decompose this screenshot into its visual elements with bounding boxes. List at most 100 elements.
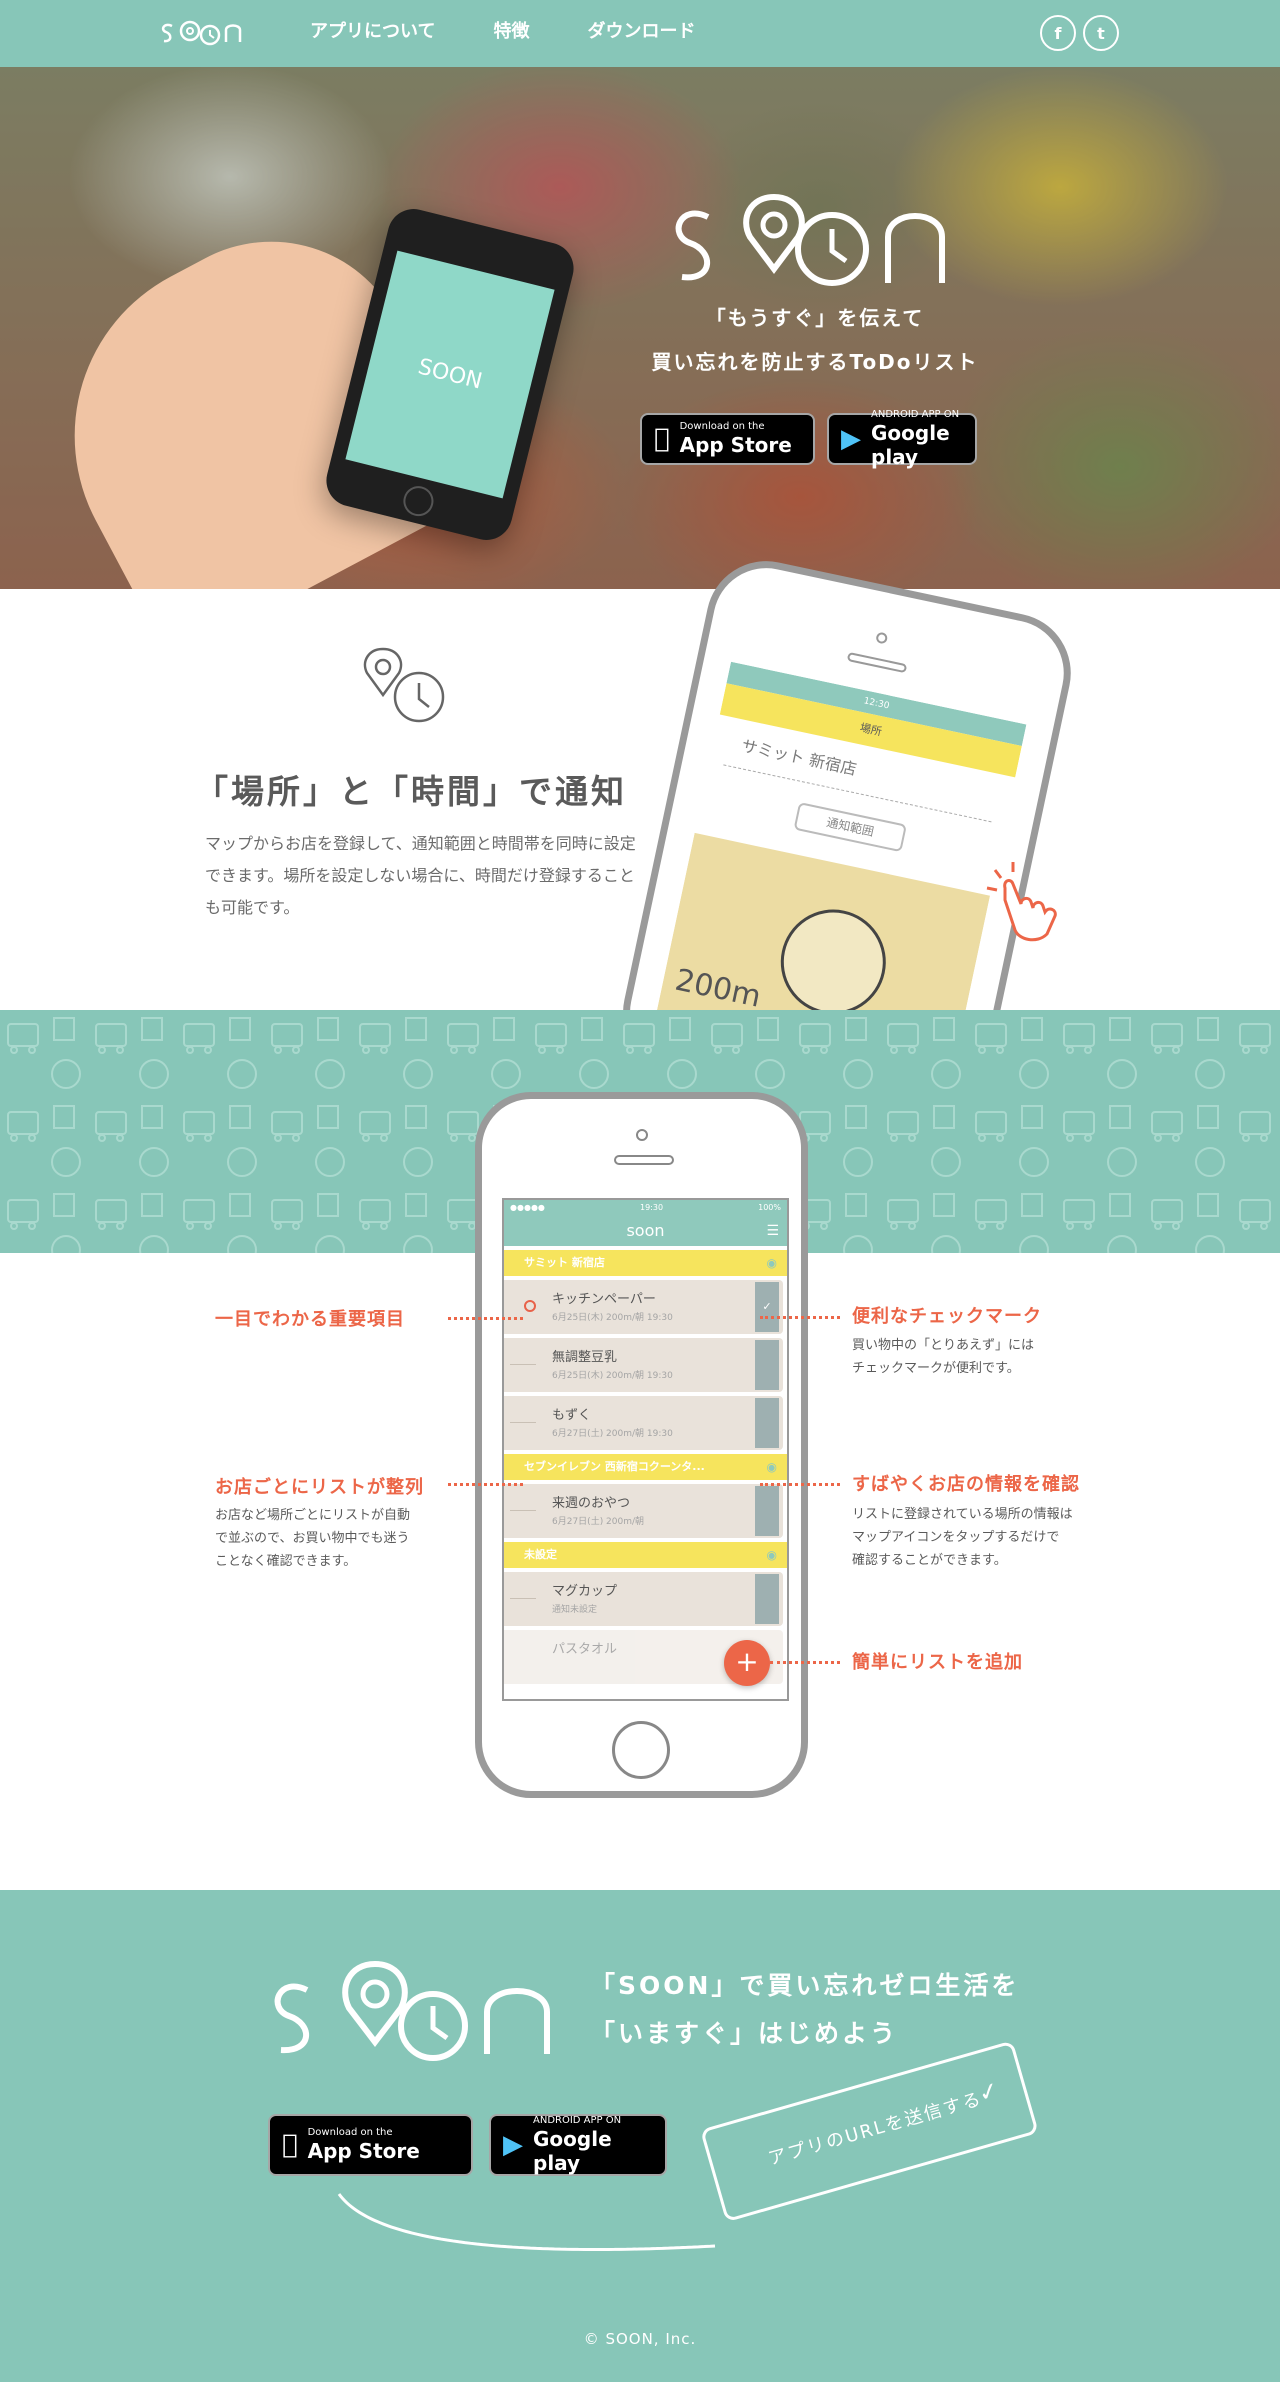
callout-connector xyxy=(448,1483,523,1486)
callout-connector xyxy=(760,1316,840,1319)
main-nav: アプリについて 特徴 ダウンロード xyxy=(310,18,753,46)
cta-message: 「SOON」で買い忘れゼロ生活を 「いますぐ」はじめよう xyxy=(590,1962,1019,2058)
check-tab-icon[interactable] xyxy=(755,1486,779,1536)
feature-title: 「場所」と「時間」で通知 xyxy=(195,772,627,811)
home-button-icon xyxy=(612,1721,670,1779)
google-play-button[interactable]: ▶ ANDROID APP ON Google play xyxy=(489,2114,667,2176)
soon-footer-logo xyxy=(274,1960,550,2061)
feature-description: マップからお店を登録して、通知範囲と時間帯を同時に設定できます。場所を設定しない… xyxy=(205,834,636,917)
tap-finger-icon xyxy=(986,862,1057,942)
important-marker-icon xyxy=(524,1300,536,1312)
hero-section: SOON 「もうすぐ」を伝えて 買い忘れを防止するToDoリスト  Downl… xyxy=(0,67,1280,589)
check-tab-icon[interactable] xyxy=(755,1398,779,1448)
hero-tagline-1: 「もうすぐ」を伝えて xyxy=(705,306,925,330)
appstore-small-label: Download on the xyxy=(292,2127,393,2138)
speaker-icon xyxy=(614,1155,674,1165)
menu-icon[interactable]: ☰ xyxy=(766,1216,779,1246)
item-meta: 通知未設定 xyxy=(552,1605,598,1615)
item-line xyxy=(510,1510,536,1511)
app-logo: soon xyxy=(626,1221,665,1240)
group-header[interactable]: サミット 新宿店 ◉ xyxy=(504,1250,787,1276)
callout-important-title: 一目でわかる重要項目 xyxy=(215,1309,405,1330)
home-button-icon xyxy=(400,482,437,520)
item-name: パスタオル xyxy=(552,1642,618,1657)
notify-range-button[interactable]: 通知範囲 xyxy=(793,802,907,853)
twitter-icon[interactable]: t xyxy=(1083,15,1119,51)
map-pin-icon[interactable]: ◉ xyxy=(767,1454,777,1480)
appstore-big-label: App Store xyxy=(664,433,792,457)
callout-add-title: 簡単にリストを追加 xyxy=(852,1652,1023,1673)
list-phone-screen: ●●●●● 19:30 100% soon ☰ サミット 新宿店 ◉ キッチンペー… xyxy=(502,1198,789,1701)
list-item[interactable]: 無調整豆乳 6月25日(木) 200m/朝 19:30 xyxy=(504,1338,783,1392)
group-header[interactable]: 未設定 ◉ xyxy=(504,1542,787,1568)
googleplay-small-label: ANDROID APP ON xyxy=(871,409,960,420)
cta-section: 「SOON」で買い忘れゼロ生活を 「いますぐ」はじめよう  Download … xyxy=(0,1890,1280,2382)
callout-store-list-desc: お店など場所ごとにリストが自動 で並ぶので、お買い物中でも迷う ことなく確認でき… xyxy=(215,1508,411,1569)
range-circle xyxy=(771,899,896,1025)
item-meta: 6月25日(木) 200m/朝 19:30 xyxy=(552,1371,673,1381)
location-clock-icon xyxy=(363,647,445,723)
status-bar: ●●●●● 19:30 100% xyxy=(504,1200,787,1216)
group-name: 未設定 xyxy=(524,1548,557,1561)
app-store-button[interactable]:  Download on theApp Store xyxy=(268,2114,473,2176)
item-line xyxy=(510,1422,536,1423)
googleplay-big-label: Google play xyxy=(533,2127,612,2175)
check-tab-icon[interactable] xyxy=(755,1574,779,1624)
app-header: soon ☰ xyxy=(504,1216,787,1246)
string-decoration xyxy=(337,2193,716,2251)
facebook-icon[interactable]: f xyxy=(1040,15,1076,51)
apple-icon:  xyxy=(282,2132,298,2158)
item-name: キッチンペーパー xyxy=(552,1292,656,1307)
apple-icon:  xyxy=(654,426,670,452)
item-meta: 6月27日(土) 200m/朝 xyxy=(552,1517,645,1527)
play-triangle-icon: ▶ xyxy=(503,2130,523,2160)
list-item[interactable]: 来週のおやつ 6月27日(土) 200m/朝 xyxy=(504,1484,783,1538)
item-name: マグカップ xyxy=(552,1584,618,1599)
callout-check-desc: 買い物中の「とりあえず」には チェックマークが便利です。 xyxy=(852,1338,1035,1376)
list-item[interactable]: マグカップ 通知未設定 xyxy=(504,1572,783,1626)
camera-icon xyxy=(875,631,889,645)
googleplay-big-label: Google play xyxy=(871,421,950,469)
callout-store-list-title: お店ごとにリストが整列 xyxy=(215,1477,424,1498)
site-header: アプリについて 特徴 ダウンロード f t xyxy=(0,0,1280,67)
callout-store-info-title: すばやくお店の情報を確認 xyxy=(852,1474,1080,1495)
group-name: サミット 新宿店 xyxy=(524,1256,605,1269)
item-meta: 6月27日(土) 200m/朝 19:30 xyxy=(552,1429,673,1439)
group-name: セブンイレブン 西新宿コクーンタ... xyxy=(524,1460,705,1473)
callout-check-title: 便利なチェックマーク xyxy=(852,1306,1042,1327)
hero-phone-screen: SOON xyxy=(345,250,555,499)
app-store-button[interactable]:  Download on theApp Store xyxy=(640,413,815,465)
nav-download[interactable]: ダウンロード xyxy=(587,18,695,46)
item-meta: 6月25日(木) 200m/朝 19:30 xyxy=(552,1313,673,1323)
callout-connector xyxy=(770,1661,840,1664)
callout-store-info-desc: リストに登録されている場所の情報は マップアイコンをタップするだけで 確認するこ… xyxy=(852,1507,1073,1568)
group-header[interactable]: セブンイレブン 西新宿コクーンタ... ◉ xyxy=(504,1454,787,1480)
copyright: © SOON, Inc. xyxy=(583,2330,697,2348)
item-name: 来週のおやつ xyxy=(552,1496,631,1511)
callout-connector xyxy=(448,1317,523,1320)
map-pin-icon[interactable]: ◉ xyxy=(767,1542,777,1568)
camera-icon xyxy=(636,1129,648,1141)
callout-connector xyxy=(760,1483,840,1486)
add-item-button[interactable]: + xyxy=(724,1640,770,1686)
nav-features[interactable]: 特徴 xyxy=(493,18,529,46)
appstore-big-label: App Store xyxy=(292,2139,420,2163)
signal-icon: ●●●●● xyxy=(510,1203,545,1212)
nav-about[interactable]: アプリについて xyxy=(310,18,435,46)
check-tab-icon[interactable]: ✓ xyxy=(755,1282,779,1332)
speaker-icon xyxy=(846,651,908,674)
map-pin-icon[interactable]: ◉ xyxy=(767,1250,777,1276)
google-play-button[interactable]: ▶ ANDROID APP ON Google play xyxy=(827,409,977,469)
item-line xyxy=(510,1598,536,1599)
play-triangle-icon: ▶ xyxy=(841,424,861,454)
soon-logo[interactable] xyxy=(158,14,250,50)
item-name: 無調整豆乳 xyxy=(552,1350,618,1365)
status-time: 19:30 xyxy=(639,1203,664,1212)
list-item[interactable]: キッチンペーパー 6月25日(木) 200m/朝 19:30 ✓ xyxy=(504,1280,783,1334)
distance-label: 200m xyxy=(672,962,764,1015)
list-phone-image: ●●●●● 19:30 100% soon ☰ サミット 新宿店 ◉ キッチンペー… xyxy=(475,1092,808,1798)
cta-line-1: 「SOON」で買い忘れゼロ生活を xyxy=(590,1971,1020,2000)
list-item[interactable]: もずく 6月27日(土) 200m/朝 19:30 xyxy=(504,1396,783,1450)
item-name: もずく xyxy=(552,1408,592,1423)
check-tab-icon[interactable] xyxy=(755,1340,779,1390)
